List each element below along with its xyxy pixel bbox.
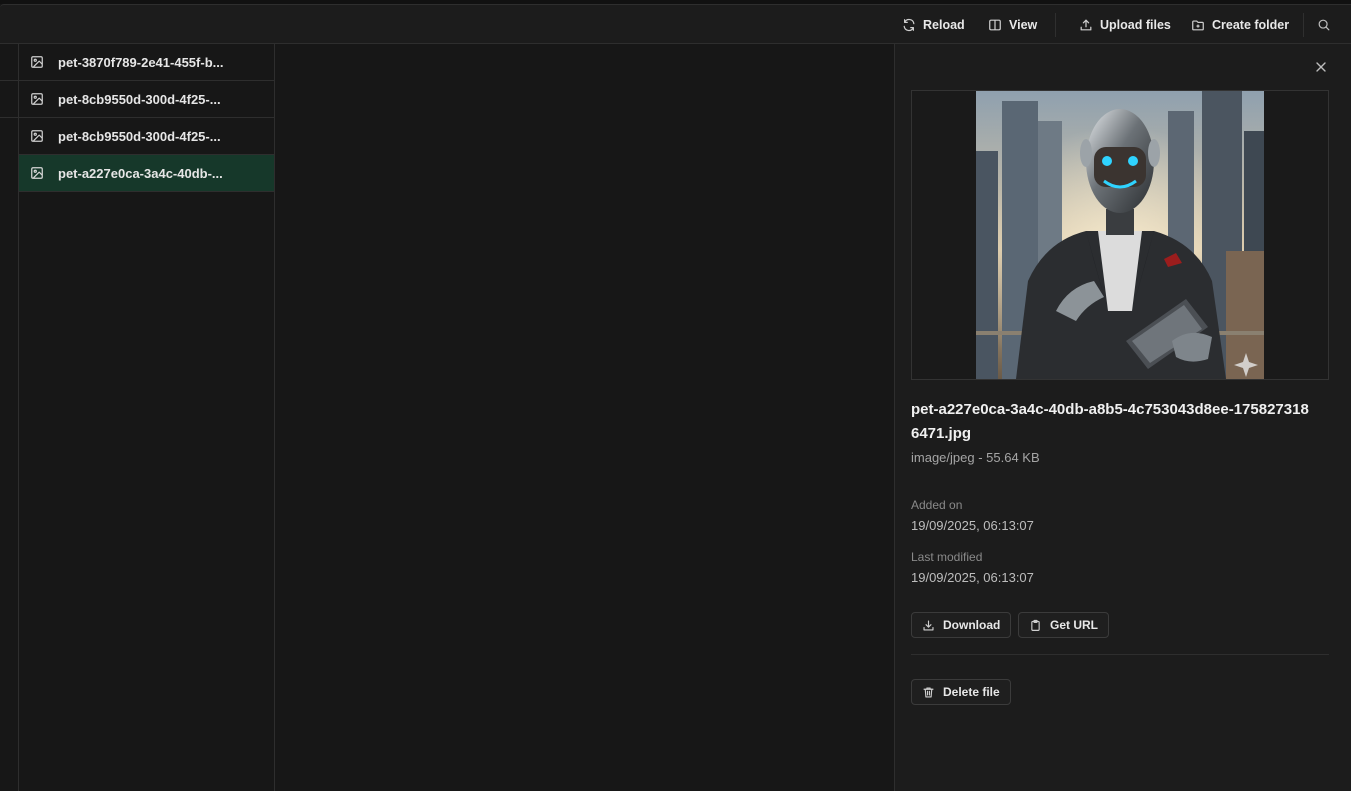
create-folder-button[interactable]: Create folder (1191, 14, 1289, 36)
upload-icon (1080, 19, 1092, 31)
toolbar-divider (1303, 13, 1304, 37)
last-modified-label: Last modified (911, 550, 983, 564)
reload-button[interactable]: Reload (902, 14, 965, 36)
download-icon (923, 619, 934, 631)
file-row[interactable]: pet-3870f789-2e41-455f-b... (19, 44, 274, 81)
file-name: pet-3870f789-2e41-455f-b... (58, 54, 224, 70)
storage-explorer: Reload View Upload files Create folder p… (0, 0, 1351, 791)
columns-icon (989, 19, 1001, 31)
view-label: View (1009, 18, 1038, 32)
robot-image-thumbnail (976, 91, 1264, 379)
clipboard-icon (1031, 619, 1040, 631)
row-divider (0, 117, 19, 118)
added-on-label: Added on (911, 498, 963, 512)
added-on-value: 19/09/2025, 06:13:07 (911, 518, 1034, 533)
search-button[interactable] (1317, 14, 1331, 36)
last-modified-value: 19/09/2025, 06:13:07 (911, 570, 1034, 585)
get-url-label: Get URL (1050, 618, 1098, 632)
download-label: Download (943, 618, 1001, 632)
file-details-panel: pet-a227e0ca-3a4c-40db-a8b5-4c753043d8ee… (894, 44, 1351, 791)
actions-divider (911, 654, 1329, 655)
toolbar-divider (1055, 13, 1056, 37)
row-divider (0, 80, 19, 81)
image-file-icon (31, 56, 43, 68)
view-button[interactable]: View (988, 14, 1037, 36)
file-name: pet-a227e0ca-3a4c-40db-... (58, 165, 223, 181)
file-type-size: image/jpeg - 55.64 KB (911, 450, 1040, 465)
image-file-icon (31, 167, 43, 179)
file-row-selected[interactable]: pet-a227e0ca-3a4c-40db-... (19, 155, 274, 192)
file-row[interactable]: pet-8cb9550d-300d-4f25-... (19, 81, 274, 118)
delete-label: Delete file (943, 685, 1000, 699)
image-preview (911, 90, 1329, 380)
close-panel-button[interactable] (1314, 60, 1328, 74)
reload-icon (903, 18, 915, 32)
toolbar: Reload View Upload files Create folder (0, 4, 1351, 44)
create-folder-label: Create folder (1212, 18, 1290, 32)
reload-label: Reload (923, 18, 965, 32)
file-title: pet-a227e0ca-3a4c-40db-a8b5-4c753043d8ee… (911, 401, 1309, 442)
image-file-icon (31, 130, 43, 142)
image-file-icon (31, 93, 43, 105)
get-url-button[interactable]: Get URL (1018, 612, 1109, 638)
file-row[interactable]: pet-8cb9550d-300d-4f25-... (19, 118, 274, 155)
file-list-column: pet-3870f789-2e41-455f-b... pet-8cb9550d… (19, 44, 275, 791)
trash-icon (923, 686, 934, 698)
file-name: pet-8cb9550d-300d-4f25-... (58, 128, 221, 144)
upload-label: Upload files (1100, 18, 1171, 32)
file-name: pet-8cb9550d-300d-4f25-... (58, 91, 221, 107)
folder-plus-icon (1192, 20, 1204, 31)
close-icon (1316, 62, 1326, 72)
download-button[interactable]: Download (911, 612, 1012, 638)
parent-folder-column (0, 44, 19, 791)
upload-files-button[interactable]: Upload files (1079, 14, 1171, 36)
delete-file-button[interactable]: Delete file (911, 679, 1011, 705)
search-icon (1318, 19, 1330, 31)
